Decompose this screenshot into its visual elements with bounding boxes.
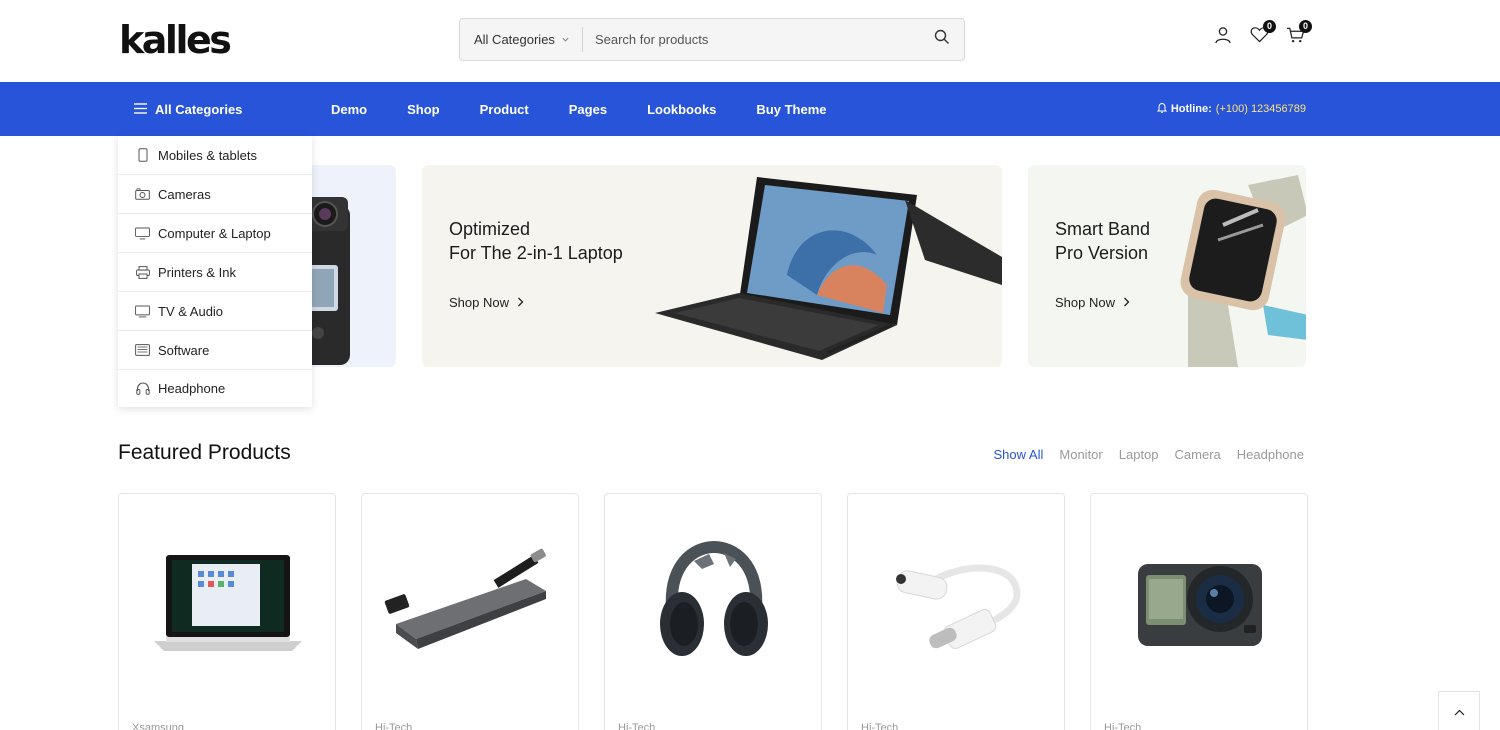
- user-icon: [1214, 26, 1232, 49]
- category-mobiles-tablets[interactable]: Mobiles & tablets: [118, 136, 312, 175]
- chevron-right-icon: [517, 295, 524, 310]
- featured-products-title: Featured Products: [118, 441, 291, 464]
- search-button[interactable]: [920, 19, 964, 60]
- monitor-icon: [135, 226, 150, 241]
- category-tv-audio[interactable]: TV & Audio: [118, 292, 312, 331]
- search-bar: All Categories: [459, 18, 965, 61]
- all-categories-toggle[interactable]: All Categories: [134, 82, 242, 136]
- site-header: kalles All Categories 0: [0, 0, 1500, 82]
- product-image-laptop[interactable]: [119, 524, 335, 684]
- category-headphone[interactable]: Headphone: [118, 370, 312, 407]
- category-label: Software: [158, 342, 210, 358]
- banner-laptop-title: Optimized For The 2-in-1 Laptop: [449, 217, 623, 265]
- shop-now-label: Shop Now: [449, 295, 509, 310]
- scroll-to-top-button[interactable]: [1438, 691, 1480, 730]
- tab-show-all[interactable]: Show All: [994, 447, 1044, 462]
- search-category-label: All Categories: [474, 32, 555, 47]
- nav-link-shop[interactable]: Shop: [407, 102, 440, 117]
- banner-smart-band-title-line2: Pro Version: [1055, 243, 1149, 263]
- product-brand[interactable]: Hi-Tech: [861, 722, 898, 730]
- cart-button[interactable]: 0: [1284, 20, 1312, 48]
- chevron-up-icon: [1454, 703, 1465, 721]
- product-image-action-camera[interactable]: [1091, 524, 1307, 684]
- product-card[interactable]: Hi-Tech: [1090, 493, 1308, 730]
- headphone-icon: [135, 381, 150, 396]
- category-label: Headphone: [158, 381, 226, 396]
- product-brand[interactable]: Hi-Tech: [1104, 722, 1141, 730]
- nav-links: Demo Shop Product Pages Lookbooks Buy Th…: [331, 82, 826, 136]
- search-category-select[interactable]: All Categories: [460, 27, 583, 52]
- search-input[interactable]: [582, 19, 920, 60]
- banner-smart-band-title: Smart Band Pro Version: [1055, 217, 1150, 265]
- categories-dropdown: Mobiles & tablets Cameras Computer & Lap…: [118, 136, 312, 407]
- nav-link-lookbooks[interactable]: Lookbooks: [647, 102, 716, 117]
- banner-smart-band[interactable]: Smart Band Pro Version Shop Now: [1028, 165, 1306, 367]
- camera-icon: [135, 187, 150, 202]
- search-icon: [934, 29, 950, 50]
- bell-icon: [1156, 102, 1168, 116]
- category-label: Cameras: [158, 186, 211, 202]
- product-card[interactable]: Hi-Tech: [847, 493, 1065, 730]
- banner-laptop[interactable]: Optimized For The 2-in-1 Laptop Shop Now: [422, 165, 1002, 367]
- product-image-audio-adapter[interactable]: [848, 524, 1064, 684]
- category-label: Printers & Ink: [158, 264, 237, 280]
- tab-laptop[interactable]: Laptop: [1119, 447, 1159, 462]
- banner-laptop-title-line1: Optimized: [449, 219, 531, 239]
- menu-icon: [134, 102, 147, 117]
- chevron-down-icon: [561, 32, 570, 47]
- software-icon: [135, 343, 150, 358]
- all-categories-label: All Categories: [155, 101, 243, 117]
- category-label: TV & Audio: [158, 303, 224, 319]
- product-grid: Xsamsung Hi-Tech Hi-Tech Hi-Tech Hi-Tech: [118, 493, 1308, 730]
- product-card[interactable]: Xsamsung: [118, 493, 336, 730]
- tab-monitor[interactable]: Monitor: [1059, 447, 1102, 462]
- category-label: Mobiles & tablets: [158, 147, 257, 163]
- laptop-tablet-image: [655, 177, 1002, 360]
- account-button[interactable]: [1212, 26, 1234, 48]
- nav-link-product[interactable]: Product: [480, 102, 529, 117]
- nav-link-buy-theme[interactable]: Buy Theme: [756, 102, 826, 117]
- category-cameras[interactable]: Cameras: [118, 175, 312, 214]
- wishlist-button[interactable]: 0: [1248, 20, 1276, 48]
- category-printers-ink[interactable]: Printers & Ink: [118, 253, 312, 292]
- tv-icon: [135, 304, 150, 319]
- hotline-number[interactable]: (+100) 123456789: [1216, 103, 1306, 115]
- tab-camera[interactable]: Camera: [1175, 447, 1221, 462]
- smart-band-image: [1180, 175, 1306, 367]
- main-navigation: All Categories Demo Shop Product Pages L…: [0, 82, 1500, 136]
- banner-laptop-title-line2: For The 2-in-1 Laptop: [449, 243, 623, 263]
- printer-icon: [135, 265, 150, 280]
- product-image-headphones[interactable]: [605, 524, 821, 684]
- tab-headphone[interactable]: Headphone: [1237, 447, 1304, 462]
- banner-smart-band-shop-now[interactable]: Shop Now: [1055, 295, 1130, 310]
- site-logo[interactable]: kalles: [119, 18, 232, 62]
- product-brand[interactable]: Hi-Tech: [375, 722, 412, 730]
- product-card[interactable]: Hi-Tech: [604, 493, 822, 730]
- nav-link-demo[interactable]: Demo: [331, 102, 367, 117]
- banner-smart-band-title-line1: Smart Band: [1055, 219, 1151, 239]
- hotline-label: Hotline:: [1170, 103, 1212, 115]
- hotline: Hotline: (+100) 123456789: [1156, 82, 1306, 136]
- product-image-usb-hub[interactable]: [362, 524, 578, 684]
- product-card[interactable]: Hi-Tech: [361, 493, 579, 730]
- category-software[interactable]: Software: [118, 331, 312, 370]
- cart-count-badge: 0: [1299, 20, 1312, 33]
- category-computer-laptop[interactable]: Computer & Laptop: [118, 214, 312, 253]
- nav-link-pages[interactable]: Pages: [569, 102, 607, 117]
- shop-now-label: Shop Now: [1055, 295, 1115, 310]
- product-brand[interactable]: Xsamsung: [132, 722, 184, 730]
- wishlist-count-badge: 0: [1263, 20, 1276, 33]
- banner-laptop-shop-now[interactable]: Shop Now: [449, 295, 524, 310]
- chevron-right-icon: [1123, 295, 1130, 310]
- category-label: Computer & Laptop: [158, 225, 271, 241]
- product-brand[interactable]: Hi-Tech: [618, 722, 655, 730]
- featured-filter-tabs: Show All Monitor Laptop Camera Headphone: [994, 447, 1304, 462]
- mobile-icon: [135, 148, 150, 163]
- header-actions: 0 0: [1212, 20, 1312, 48]
